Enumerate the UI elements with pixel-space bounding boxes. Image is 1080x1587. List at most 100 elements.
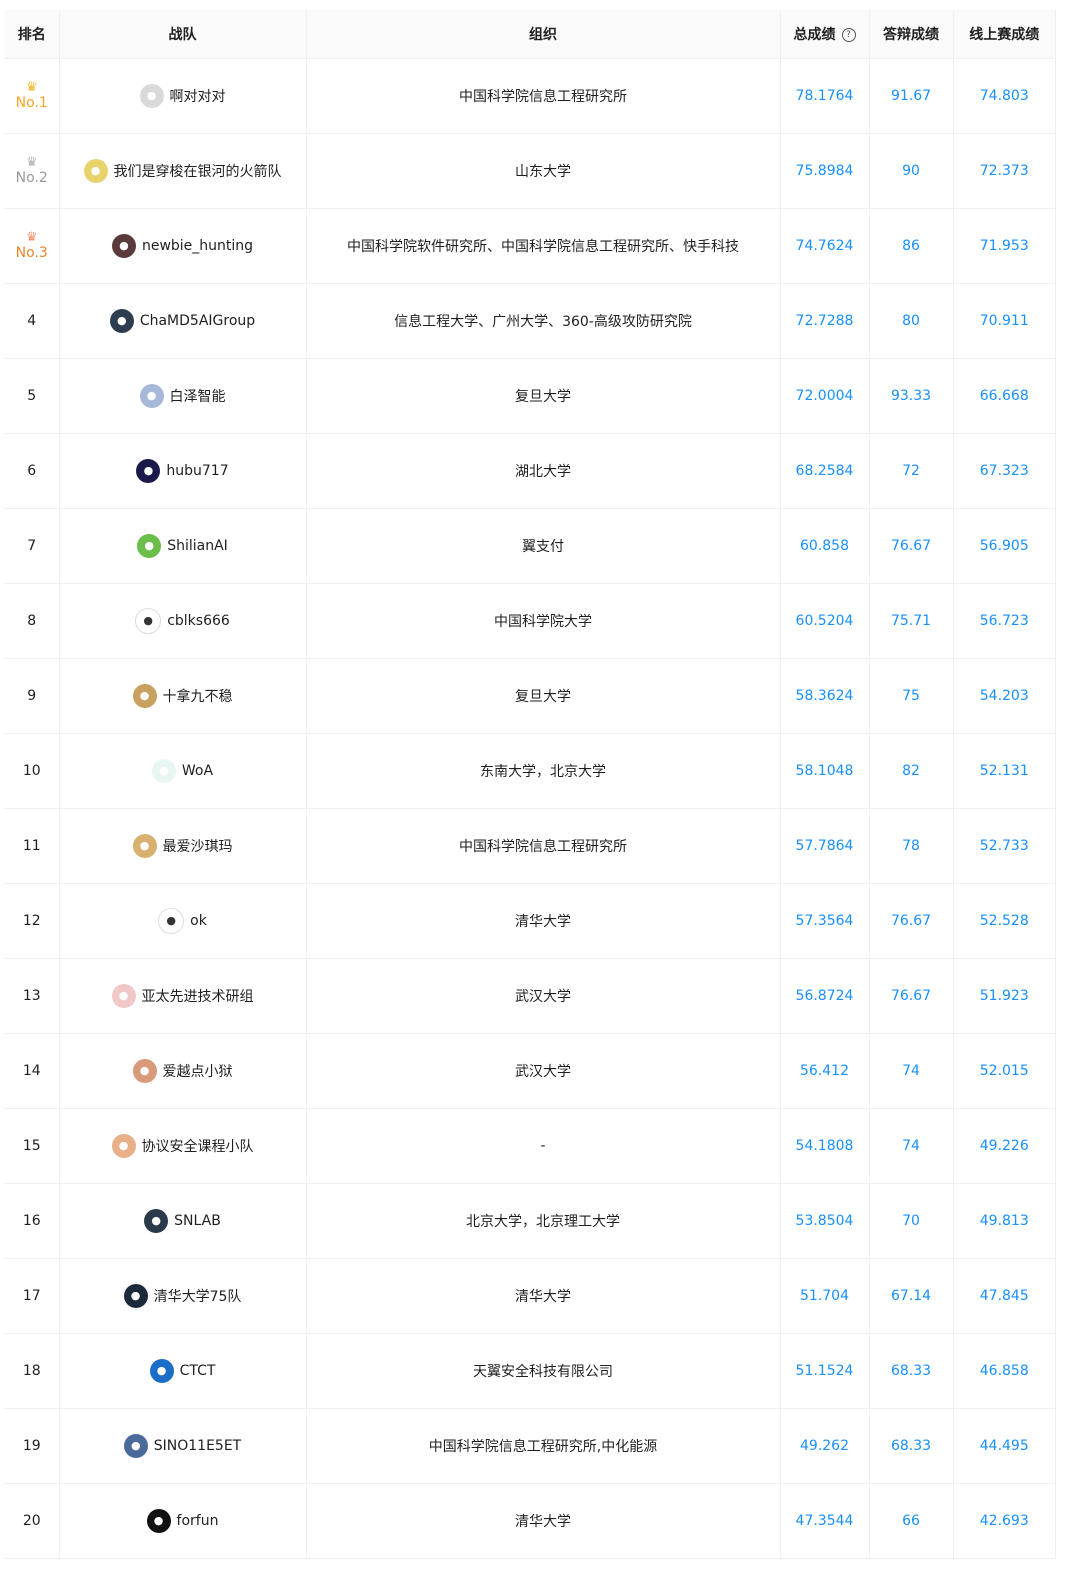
team-avatar: ●	[146, 1509, 171, 1533]
total-score-cell: 49.262	[780, 1408, 870, 1484]
org-cell: 武汉大学	[306, 1033, 781, 1109]
defense-score-cell: 76.67	[869, 958, 954, 1034]
team-name[interactable]: 十拿九不稳	[163, 686, 233, 706]
team-cell: ● WoA	[59, 733, 307, 809]
org-cell: 信息工程大学、广州大学、360-高级攻防研究院	[306, 283, 781, 359]
table-row[interactable]: 12 ● ok 清华大学 57.3564 76.67 52.528	[5, 883, 1055, 959]
online-score-cell: 70.911	[953, 283, 1055, 359]
team-name[interactable]: 白泽智能	[170, 386, 226, 406]
rank-cell: 11	[5, 808, 60, 884]
rank-label: No.3	[15, 245, 48, 262]
team-name[interactable]: hubu717	[166, 463, 228, 479]
rank-cell: 7	[5, 508, 60, 584]
total-score-cell: 72.7288	[780, 283, 870, 359]
team-name[interactable]: SINO11E5ET	[154, 1438, 241, 1454]
team-cell: ● ok	[59, 883, 307, 959]
defense-score-cell: 86	[869, 208, 954, 284]
team-avatar: ●	[109, 309, 134, 333]
table-row[interactable]: 4 ● ChaMD5AIGroup 信息工程大学、广州大学、360-高级攻防研究院 72…	[5, 283, 1055, 359]
online-score-cell: 52.015	[953, 1033, 1055, 1109]
online-score-cell: 67.323	[953, 433, 1055, 509]
table-row[interactable]: 20 ● forfun 清华大学 47.3544 66 42.693	[5, 1483, 1055, 1559]
header-defense[interactable]: 答辩成绩	[869, 10, 954, 59]
online-score-cell: 56.905	[953, 508, 1055, 584]
table-row[interactable]: ♛ No.2 ● 我们是穿梭在银河的火箭队 山东大学 75.8984 90 72.373	[5, 133, 1055, 209]
team-cell: ● 爱越点小狱	[59, 1033, 307, 1109]
table-row[interactable]: ♛ No.3 ● newbie_hunting 中国科学院软件研究所、中国科学院信息工程…	[5, 208, 1055, 284]
team-name[interactable]: 啊对对对	[170, 86, 226, 106]
team-name[interactable]: WoA	[182, 763, 213, 779]
team-avatar: ●	[111, 984, 136, 1008]
rank-cell: 20	[5, 1483, 60, 1559]
table-row[interactable]: 14 ● 爱越点小狱 武汉大学 56.412 74 52.015	[5, 1033, 1055, 1109]
table-row[interactable]: 17 ● 清华大学75队 清华大学 51.704 67.14 47.845	[5, 1258, 1055, 1334]
table-row[interactable]: 16 ● SNLAB 北京大学，北京理工大学 53.8504 70 49.813	[5, 1183, 1055, 1259]
leaderboard-table: 排名 战队 组织 总成绩? 答辩成绩 线上赛成绩 ♛ No.1 ● 啊对对对 中国科学院…	[5, 10, 1055, 1559]
help-icon[interactable]: ?	[841, 28, 856, 42]
rank-cell: 14	[5, 1033, 60, 1109]
online-score-cell: 72.373	[953, 133, 1055, 209]
header-rank[interactable]: 排名	[5, 10, 60, 59]
rank-cell: 16	[5, 1183, 60, 1259]
team-name[interactable]: ok	[190, 913, 207, 929]
team-cell: ● CTCT	[59, 1333, 307, 1409]
table-row[interactable]: 5 ● 白泽智能 复旦大学 72.0004 93.33 66.668	[5, 358, 1055, 434]
team-avatar: ●	[132, 834, 157, 858]
table-row[interactable]: ♛ No.1 ● 啊对对对 中国科学院信息工程研究所 78.1764 91.67 74.803	[5, 58, 1055, 134]
team-avatar: ●	[136, 459, 161, 483]
header-online[interactable]: 线上赛成绩	[953, 10, 1055, 59]
team-cell: ● 最爱沙琪玛	[59, 808, 307, 884]
team-cell: ● ChaMD5AIGroup	[59, 283, 307, 359]
table-row[interactable]: 13 ● 亚太先进技术研组 武汉大学 56.8724 76.67 51.923	[5, 958, 1055, 1034]
table-row[interactable]: 18 ● CTCT 天翼安全科技有限公司 51.1524 68.33 46.858	[5, 1333, 1055, 1409]
table-row[interactable]: 10 ● WoA 东南大学，北京大学 58.1048 82 52.131	[5, 733, 1055, 809]
team-name[interactable]: 最爱沙琪玛	[163, 836, 233, 856]
total-score-cell: 53.8504	[780, 1183, 870, 1259]
table-row[interactable]: 15 ● 协议安全课程小队 -54.1808 74 49.226	[5, 1108, 1055, 1184]
header-org[interactable]: 组织	[306, 10, 781, 59]
team-name[interactable]: cblks666	[167, 613, 230, 629]
team-name[interactable]: forfun	[177, 1513, 219, 1529]
header-total-label: 总成绩	[793, 27, 836, 43]
team-name[interactable]: CTCT	[180, 1363, 216, 1379]
total-score-cell: 57.7864	[780, 808, 870, 884]
rank-label: No.1	[15, 95, 48, 112]
online-score-cell: 54.203	[953, 658, 1055, 734]
org-cell: 翼支付	[306, 508, 781, 584]
team-cell: ● forfun	[59, 1483, 307, 1559]
online-score-cell: 49.813	[953, 1183, 1055, 1259]
defense-score-cell: 67.14	[869, 1258, 954, 1334]
team-name[interactable]: newbie_hunting	[142, 238, 253, 254]
rank-cell: ♛ No.1	[5, 58, 60, 134]
team-avatar: ●	[139, 384, 164, 408]
team-name[interactable]: SNLAB	[174, 1213, 221, 1229]
team-name[interactable]: ShilianAI	[167, 538, 228, 554]
team-cell: ● 啊对对对	[59, 58, 307, 134]
team-name[interactable]: 协议安全课程小队	[142, 1136, 254, 1156]
team-name[interactable]: 清华大学75队	[154, 1286, 242, 1306]
header-team[interactable]: 战队	[59, 10, 307, 59]
header-total[interactable]: 总成绩?	[780, 10, 870, 59]
table-row[interactable]: 8 ● cblks666 中国科学院大学 60.5204 75.71 56.723	[5, 583, 1055, 659]
table-row[interactable]: 9 ● 十拿九不稳 复旦大学 58.3624 75 54.203	[5, 658, 1055, 734]
medal-icon: ♛	[25, 229, 38, 245]
rank-cell: ♛ No.2	[5, 133, 60, 209]
total-score-cell: 56.412	[780, 1033, 870, 1109]
team-avatar: ●	[135, 608, 162, 634]
team-name[interactable]: 爱越点小狱	[163, 1061, 233, 1081]
team-name[interactable]: 亚太先进技术研组	[142, 986, 254, 1006]
team-name[interactable]: 我们是穿梭在银河的火箭队	[114, 161, 282, 181]
team-cell: ● hubu717	[59, 433, 307, 509]
leaderboard-table-wrap: 排名 战队 组织 总成绩? 答辩成绩 线上赛成绩 ♛ No.1 ● 啊对对对 中国科学院…	[5, 10, 1056, 1559]
team-name[interactable]: ChaMD5AIGroup	[140, 313, 255, 329]
table-row[interactable]: 11 ● 最爱沙琪玛 中国科学院信息工程研究所 57.7864 78 52.733	[5, 808, 1055, 884]
team-cell: ● 白泽智能	[59, 358, 307, 434]
table-row[interactable]: 6 ● hubu717 湖北大学 68.2584 72 67.323	[5, 433, 1055, 509]
table-row[interactable]: 19 ● SINO11E5ET 中国科学院信息工程研究所,中化能源 49.262 68.3…	[5, 1408, 1055, 1484]
online-score-cell: 71.953	[953, 208, 1055, 284]
table-row[interactable]: 7 ● ShilianAI 翼支付 60.858 76.67 56.905	[5, 508, 1055, 584]
rank-cell: 15	[5, 1108, 60, 1184]
total-score-cell: 51.1524	[780, 1333, 870, 1409]
rank-cell: 6	[5, 433, 60, 509]
team-avatar: ●	[123, 1284, 148, 1308]
